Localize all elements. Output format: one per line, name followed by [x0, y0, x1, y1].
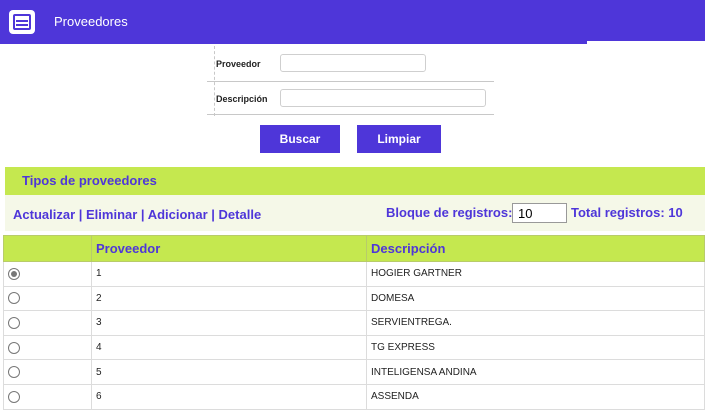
- form-divider: [207, 81, 494, 82]
- section-title: Tipos de proveedores: [22, 173, 157, 188]
- form-divider-bottom: [207, 114, 494, 115]
- search-form: Proveedor Descripción: [207, 46, 494, 116]
- header-background-right: [587, 0, 705, 41]
- table-row[interactable]: 6 ASSENDA: [3, 383, 705, 410]
- descripcion-cell: INTELIGENSA ANDINA: [366, 359, 705, 385]
- proveedor-cell: 2: [91, 285, 367, 312]
- descripcion-cell: SERVIENTREGA.: [366, 310, 705, 336]
- descripcion-cell: TG EXPRESS: [366, 334, 705, 361]
- table-toolbar: Actualizar | Eliminar | Adicionar | Deta…: [5, 195, 705, 231]
- row-select-cell[interactable]: [3, 359, 92, 385]
- row-radio[interactable]: [8, 390, 20, 403]
- total-records: Total registros: 10: [571, 205, 683, 220]
- delete-link[interactable]: Eliminar: [86, 207, 137, 222]
- action-links: Actualizar | Eliminar | Adicionar | Deta…: [13, 207, 262, 222]
- table-row[interactable]: 3 SERVIENTREGA.: [3, 310, 705, 336]
- detail-link[interactable]: Detalle: [219, 207, 262, 222]
- header-bar: Proveedores: [0, 0, 705, 44]
- proveedor-label: Proveedor: [216, 59, 261, 69]
- row-radio[interactable]: [8, 267, 20, 280]
- block-size-label: Bloque de registros:: [386, 205, 513, 220]
- column-header-select: [3, 235, 92, 262]
- descripcion-cell: DOMESA: [366, 285, 705, 312]
- update-link[interactable]: Actualizar: [13, 207, 75, 222]
- section-header: Tipos de proveedores: [5, 167, 705, 195]
- table-header-row: Proveedor Descripción: [3, 235, 705, 262]
- proveedor-cell: 1: [91, 261, 367, 287]
- proveedor-input[interactable]: [280, 54, 426, 72]
- clear-button[interactable]: Limpiar: [357, 125, 441, 153]
- descripcion-cell: ASSENDA: [366, 383, 705, 410]
- row-radio[interactable]: [8, 341, 20, 354]
- proveedor-cell: 3: [91, 310, 367, 336]
- proveedor-cell: 5: [91, 359, 367, 385]
- add-link[interactable]: Adicionar: [148, 207, 208, 222]
- menu-document-icon[interactable]: [9, 10, 35, 34]
- row-select-cell[interactable]: [3, 285, 92, 312]
- table-row[interactable]: 5 INTELIGENSA ANDINA: [3, 359, 705, 385]
- table-row[interactable]: 2 DOMESA: [3, 285, 705, 312]
- descripcion-label: Descripción: [216, 94, 268, 104]
- row-select-cell[interactable]: [3, 383, 92, 410]
- descripcion-input[interactable]: [280, 89, 486, 107]
- proveedor-cell: 6: [91, 383, 367, 410]
- proveedor-cell: 4: [91, 334, 367, 361]
- block-size-input[interactable]: [512, 203, 567, 223]
- providers-table: Proveedor Descripción 1 HOGIER GARTNER 2…: [3, 235, 705, 410]
- column-header-descripcion[interactable]: Descripción: [366, 235, 705, 262]
- row-select-cell[interactable]: [3, 261, 92, 287]
- row-radio[interactable]: [8, 292, 20, 305]
- table-row[interactable]: 4 TG EXPRESS: [3, 334, 705, 361]
- column-header-proveedor[interactable]: Proveedor: [91, 235, 367, 262]
- row-select-cell[interactable]: [3, 310, 92, 336]
- row-radio[interactable]: [8, 366, 20, 379]
- row-radio[interactable]: [8, 316, 20, 329]
- page-title: Proveedores: [54, 14, 128, 29]
- descripcion-cell: HOGIER GARTNER: [366, 261, 705, 287]
- table-row[interactable]: 1 HOGIER GARTNER: [3, 261, 705, 287]
- row-select-cell[interactable]: [3, 334, 92, 361]
- search-button[interactable]: Buscar: [260, 125, 340, 153]
